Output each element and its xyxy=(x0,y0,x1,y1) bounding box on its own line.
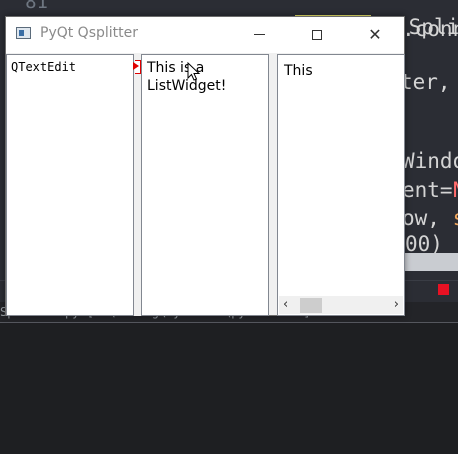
splitter-handle[interactable] xyxy=(134,54,141,316)
code-line: .conn xyxy=(402,17,458,41)
code-line: ter, xyxy=(400,70,458,94)
code-line: ent=N xyxy=(402,178,458,202)
code-line: Windo xyxy=(402,149,458,173)
app-window-icon xyxy=(16,27,31,39)
maximize-button[interactable] xyxy=(294,17,340,52)
text-edit-pane[interactable]: QTextEdit xyxy=(6,54,134,316)
splitter-client-area: QTextEdit This is a ListWidget! This ‹ › xyxy=(6,53,405,316)
close-button[interactable]: ✕ xyxy=(352,17,398,52)
text-edit-content[interactable]: QTextEdit xyxy=(11,60,76,74)
editor-horizontal-scrollbar[interactable] xyxy=(405,253,458,271)
right-pane-text[interactable]: This xyxy=(284,63,313,79)
stop-icon[interactable] xyxy=(438,284,449,295)
minimize-icon xyxy=(253,34,265,35)
list-widget-pane[interactable]: This is a ListWidget! xyxy=(141,54,269,316)
line-number: 81 xyxy=(25,0,48,13)
scroll-left-icon[interactable]: ‹ xyxy=(283,297,288,312)
title-bar[interactable]: PyQt Qsplitter ✕ xyxy=(6,17,404,52)
minimize-button[interactable] xyxy=(236,17,282,52)
list-item[interactable]: This is a ListWidget! xyxy=(147,59,265,95)
terminal-panel xyxy=(0,322,458,454)
app-window: PyQt Qsplitter ✕ QTextEdit This is a Lis… xyxy=(5,16,405,316)
horizontal-scrollbar[interactable]: ‹ › xyxy=(279,296,403,314)
scroll-right-icon[interactable]: › xyxy=(394,297,399,312)
close-icon: ✕ xyxy=(368,25,382,44)
splitter-arrow-icon[interactable] xyxy=(133,62,139,70)
right-pane[interactable]: This ‹ › xyxy=(277,54,405,316)
window-title: PyQt Qsplitter xyxy=(40,25,139,41)
maximize-icon xyxy=(312,29,322,40)
code-line: ow, s xyxy=(402,206,458,230)
scrollbar-thumb[interactable] xyxy=(300,298,322,313)
